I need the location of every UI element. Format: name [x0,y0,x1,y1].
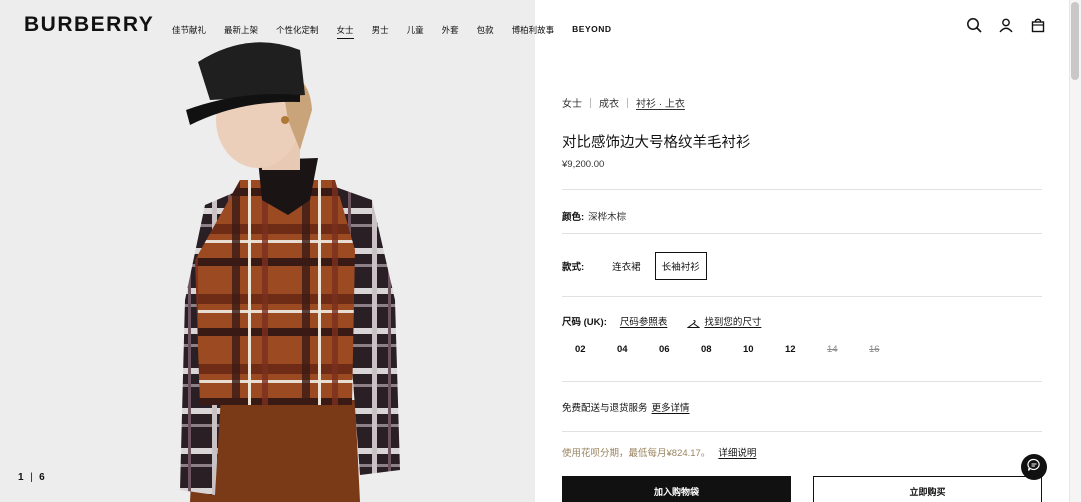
product-title: 对比感饰边大号格纹羊毛衬衫 [562,135,751,151]
scrollbar-thumb[interactable] [1071,2,1079,80]
hanger-icon [686,316,701,328]
account-icon[interactable] [998,17,1014,33]
nav-item-personalisation[interactable]: 个性化定制 [276,24,319,39]
divider [562,189,1042,190]
size-label: 尺码 (UK): [562,317,607,328]
gallery-total: 6 [39,472,46,483]
header-icons [535,17,1081,37]
size-option-16-unavailable[interactable]: 16 [856,344,898,355]
installment-detail-link[interactable]: 详细说明 [718,445,756,459]
breadcrumb-divider [590,97,591,108]
size-option-12[interactable]: 12 [772,344,814,355]
gallery-counter: 1 | 6 [18,472,45,483]
divider [562,296,1042,297]
size-option-04[interactable]: 04 [604,344,646,355]
nav-item-bags[interactable]: 包款 [477,24,494,39]
size-options: 02 04 06 08 10 12 14 16 [562,344,898,355]
nav-item-men[interactable]: 男士 [372,24,389,39]
divider [562,381,1042,382]
divider [562,431,1042,432]
gallery-separator: | [30,472,34,483]
delivery-more-link[interactable]: 更多详情 [652,400,690,414]
divider [562,233,1042,234]
size-option-02[interactable]: 02 [562,344,604,355]
size-row: 尺码 (UK): 尺码参照表 找到您的尺寸 [562,314,761,328]
style-option-long-sleeve-shirt[interactable]: 长袖衬衫 [654,252,707,280]
model-photo [0,0,535,502]
installment-text: 使用花呗分期，最低每月¥824.17。 [562,448,711,459]
delivery-text: 免费配送与退货服务 [562,403,648,414]
product-price: ¥9,200.00 [562,159,605,170]
breadcrumb-shirts-tops[interactable]: 衬衫 · 上衣 [636,95,685,110]
nav-item-outerwear[interactable]: 外套 [442,24,459,39]
buy-now-button[interactable]: 立即购买 [813,476,1042,502]
size-option-08[interactable]: 08 [688,344,730,355]
nav-item-women[interactable]: 女士 [336,24,354,39]
brand-logo[interactable]: BURBERRY [24,13,154,37]
size-option-14-unavailable[interactable]: 14 [814,344,856,355]
bag-icon[interactable] [1030,17,1046,33]
breadcrumb-women[interactable]: 女士 [562,95,582,110]
chat-icon [1027,458,1041,477]
breadcrumb: 女士 成衣 衬衫 · 上衣 [562,95,685,110]
chat-button[interactable] [1021,454,1047,480]
add-to-bag-button[interactable]: 加入购物袋 [562,476,791,502]
nav-item-gifts[interactable]: 佳节献礼 [172,24,206,39]
gallery-current: 1 [18,472,25,483]
breadcrumb-clothing[interactable]: 成衣 [599,95,619,110]
color-value: 深桦木棕 [588,212,627,223]
find-your-size-link[interactable]: 找到您的尺寸 [704,314,761,328]
nav-item-children[interactable]: 儿童 [407,24,424,39]
size-option-10[interactable]: 10 [730,344,772,355]
installment-info: 使用花呗分期，最低每月¥824.17。 详细说明 [562,445,756,459]
style-row: 款式: 连衣裙 长袖衬衫 [562,252,707,280]
color-label: 颜色: [562,212,585,223]
search-icon[interactable] [966,17,982,33]
delivery-info: 免费配送与退货服务 更多详情 [562,400,690,414]
product-image[interactable]: 1 | 6 [0,0,535,502]
style-label: 款式: [562,262,585,273]
breadcrumb-divider [627,97,628,108]
size-option-06[interactable]: 06 [646,344,688,355]
color-row: 颜色: 深桦木棕 [562,209,626,223]
style-option-dress[interactable]: 连衣裙 [606,253,647,279]
nav-item-new-in[interactable]: 最新上架 [224,24,258,39]
page-scrollbar[interactable] [1069,0,1081,502]
size-guide-link[interactable]: 尺码参照表 [620,314,668,328]
